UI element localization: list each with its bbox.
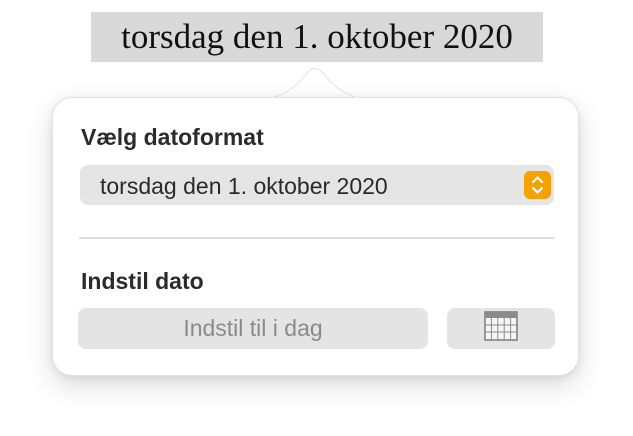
- date-format-section-title: Vælg datoformat: [81, 124, 264, 150]
- select-stepper-icon[interactable]: [524, 171, 551, 199]
- date-format-select[interactable]: torsdag den 1. oktober 2020: [80, 165, 554, 205]
- date-format-popover: Vælg datoformat torsdag den 1. oktober 2…: [52, 97, 579, 376]
- calendar-icon: [484, 311, 518, 346]
- document-date-text[interactable]: torsdag den 1. oktober 2020: [91, 12, 543, 62]
- section-divider: [79, 237, 555, 239]
- calendar-button[interactable]: [447, 308, 555, 349]
- set-to-today-label: Indstil til i dag: [183, 315, 323, 341]
- set-to-today-button[interactable]: Indstil til i dag: [78, 308, 428, 349]
- set-date-section-title: Indstil dato: [81, 268, 204, 294]
- date-format-select-value: torsdag den 1. oktober 2020: [100, 173, 388, 199]
